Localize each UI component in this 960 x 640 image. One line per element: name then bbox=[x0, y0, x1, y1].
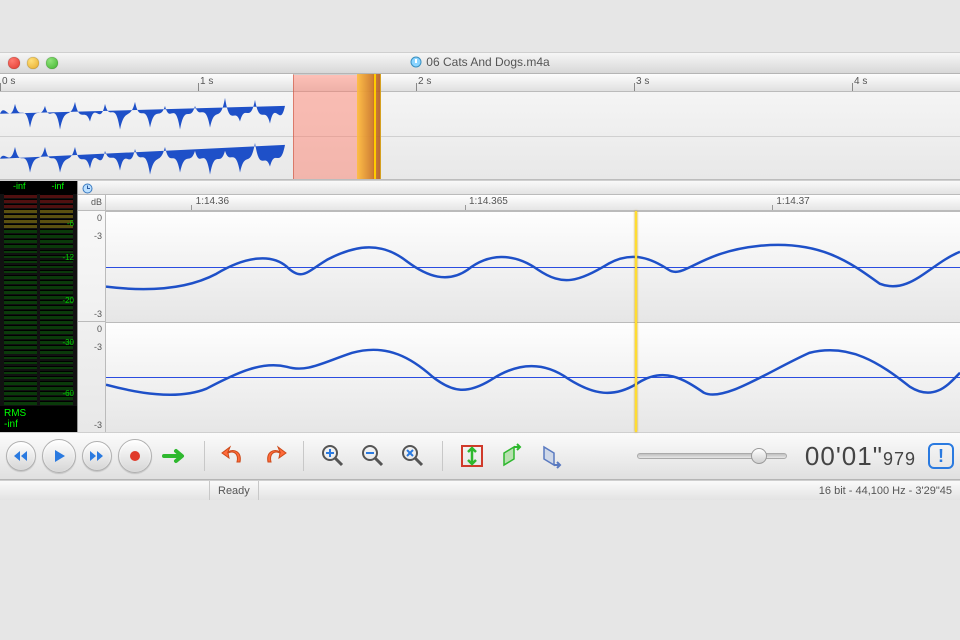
detail-channel-left bbox=[106, 211, 960, 322]
zoom-fit-button[interactable] bbox=[396, 439, 430, 473]
meter-peak-right: -inf bbox=[51, 181, 64, 194]
overview-panel[interactable]: 0 s 1 s 2 s 3 s 4 s bbox=[0, 74, 960, 180]
play-button[interactable] bbox=[42, 439, 76, 473]
overview-channel-left bbox=[0, 92, 960, 136]
ruler-label: 3 s bbox=[636, 76, 649, 87]
status-grip[interactable] bbox=[0, 481, 210, 500]
window-titlebar: 06 Cats And Dogs.m4a bbox=[0, 52, 960, 74]
overview-playhead bbox=[357, 74, 381, 179]
ruler-label: 1 s bbox=[200, 76, 213, 87]
status-format: 16 bit - 44,100 Hz - 3'29"45 bbox=[811, 481, 960, 500]
ruler-label: 4 s bbox=[854, 76, 867, 87]
rewind-button[interactable] bbox=[6, 441, 36, 471]
info-button[interactable]: ! bbox=[928, 443, 954, 469]
undo-button[interactable] bbox=[217, 439, 251, 473]
detail-ruler-label: 1:14.36 bbox=[196, 196, 229, 207]
overview-tracks[interactable] bbox=[0, 92, 960, 180]
meter-rms-value: -inf bbox=[4, 419, 73, 430]
ruler-label: 0 s bbox=[2, 76, 15, 87]
status-bar: Ready 16 bit - 44,100 Hz - 3'29"45 bbox=[0, 480, 960, 500]
db-unit-label: dB bbox=[78, 195, 106, 210]
detail-channel-right bbox=[106, 322, 960, 433]
detail-toolbar bbox=[78, 181, 960, 195]
zoom-vertical-out-button[interactable] bbox=[535, 439, 569, 473]
zoom-in-button[interactable] bbox=[316, 439, 350, 473]
record-button[interactable] bbox=[118, 439, 152, 473]
detail-cursor[interactable] bbox=[635, 211, 637, 432]
overview-ruler[interactable]: 0 s 1 s 2 s 3 s 4 s bbox=[0, 74, 960, 92]
status-ready: Ready bbox=[210, 481, 259, 500]
transport-toolbar: 00'01"979 ! bbox=[0, 432, 960, 480]
document-icon bbox=[410, 56, 422, 71]
ruler-label: 2 s bbox=[418, 76, 431, 87]
slider-thumb[interactable] bbox=[751, 448, 767, 464]
meter-peak-left: -inf bbox=[13, 181, 26, 194]
detail-ruler[interactable]: 1:14.36 1:14.365 1:14.37 bbox=[106, 195, 960, 210]
overview-channel-right bbox=[0, 136, 960, 181]
detail-ruler-label: 1:14.365 bbox=[469, 196, 508, 207]
detail-ruler-label: 1:14.37 bbox=[776, 196, 809, 207]
meter-bar-left bbox=[4, 194, 37, 406]
forward-button[interactable] bbox=[82, 441, 112, 471]
step-forward-button[interactable] bbox=[158, 439, 192, 473]
redo-button[interactable] bbox=[257, 439, 291, 473]
fit-vertical-button[interactable] bbox=[455, 439, 489, 473]
detail-panel[interactable]: dB 1:14.36 1:14.365 1:14.37 0 -3 -3 bbox=[78, 181, 960, 432]
zoom-out-button[interactable] bbox=[356, 439, 390, 473]
volume-slider[interactable] bbox=[637, 447, 787, 465]
window-title: 06 Cats And Dogs.m4a bbox=[426, 55, 549, 69]
detail-db-scale: 0 -3 -3 0 -3 -3 bbox=[78, 211, 106, 432]
overview-cursor[interactable] bbox=[374, 74, 376, 179]
level-meter: -inf -inf -6 -12 -20 -30 -60 RMS -inf bbox=[0, 181, 78, 432]
timecode-display: 00'01"979 bbox=[805, 441, 916, 472]
zoom-vertical-in-button[interactable] bbox=[495, 439, 529, 473]
meter-rms-label: RMS bbox=[4, 408, 73, 419]
